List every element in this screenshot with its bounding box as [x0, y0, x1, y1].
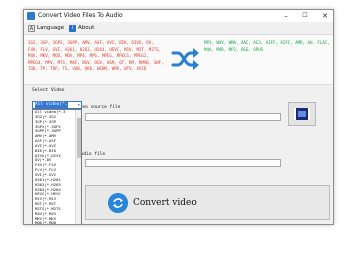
- convert-video-button[interactable]: Convert video: [85, 185, 330, 220]
- menu-bar: A Language i About: [24, 23, 333, 34]
- select-current-value: All video(*.: [35, 102, 68, 108]
- convert-video-label: Convert video: [133, 198, 197, 208]
- dropdown-item[interactable]: MOD|*.MOD: [33, 221, 75, 224]
- menu-about[interactable]: i About: [69, 24, 94, 33]
- video-type-select[interactable]: All video(*. ▾: [32, 101, 82, 109]
- app-window: Convert Video Files To Audio – ☐ ✕ A Lan…: [23, 9, 334, 225]
- menu-about-label: About: [78, 25, 95, 31]
- output-file-input[interactable]: [85, 159, 281, 167]
- input-formats-text: 3G2, 3GP, 3GP2, 3GPP, AMV, ASF, AVI, BIK…: [28, 40, 164, 71]
- dropdown-scrollbar[interactable]: [75, 110, 81, 224]
- maximize-button[interactable]: ☐: [298, 10, 312, 22]
- menu-language-label: Language: [37, 25, 65, 31]
- app-icon: [27, 12, 35, 20]
- select-video-label: Select Video: [32, 88, 65, 93]
- minimize-button[interactable]: –: [279, 10, 293, 22]
- browse-video-button[interactable]: [288, 102, 316, 126]
- menu-language[interactable]: A Language: [28, 24, 64, 33]
- refresh-icon: [108, 193, 128, 213]
- info-icon: i: [69, 25, 76, 32]
- film-icon: [294, 108, 310, 120]
- source-file-label: ideo source file: [77, 105, 121, 110]
- window-title: Convert Video Files To Audio: [38, 12, 123, 19]
- video-type-dropdown[interactable]: All video(*.3 3G2|*.3G2 3GP|*.3GP 3GP2|*.3G…: [32, 109, 82, 224]
- title-bar: Convert Video Files To Audio – ☐ ✕: [24, 10, 333, 22]
- close-button[interactable]: ✕: [318, 10, 332, 22]
- language-icon: A: [28, 25, 35, 32]
- source-file-input[interactable]: [85, 113, 281, 121]
- output-formats-text: MP3, WAV, WMA, AAC, AC3, AIFF, AIFC, AMR…: [204, 40, 330, 52]
- output-file-label: audio file: [78, 152, 106, 157]
- scrollbar-thumb[interactable]: [77, 118, 81, 158]
- shuffle-icon: [171, 48, 199, 70]
- formats-banner: 3G2, 3GP, 3GP2, 3GPP, AMV, ASF, AVI, BIK…: [24, 34, 333, 85]
- chevron-down-icon: ▾: [77, 102, 80, 107]
